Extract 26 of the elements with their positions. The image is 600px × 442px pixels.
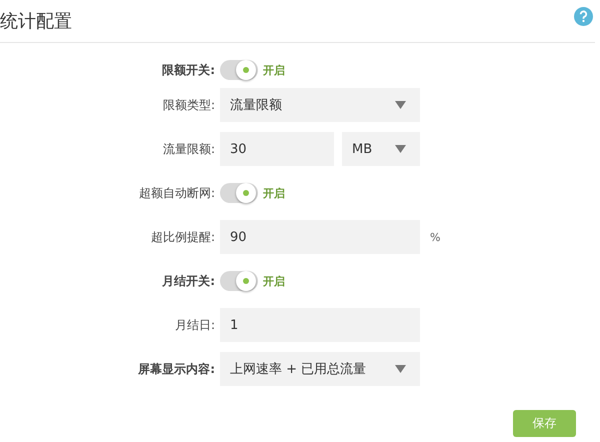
input-field[interactable]: 30	[220, 132, 334, 166]
field-label: 流量限额:	[162, 140, 216, 158]
field-label: 月结日:	[174, 316, 216, 334]
field-label: 超额自动断网:	[138, 184, 216, 202]
unit-select[interactable]: MB	[342, 132, 420, 166]
caret-icon	[395, 365, 406, 373]
page-title: 统计配置	[0, 10, 72, 33]
field-label: 限额开关:	[161, 62, 216, 78]
select-field[interactable]: 流量限额	[220, 88, 420, 122]
caret-icon	[395, 145, 406, 153]
select-field[interactable]: 上网速率 + 已用总流量	[220, 352, 420, 386]
toggle-switch[interactable]	[220, 60, 258, 80]
toggle-state: 开启	[263, 274, 285, 288]
input-field[interactable]: 90	[220, 220, 420, 254]
unit-label: %	[430, 230, 440, 244]
field-label: 限额类型:	[162, 96, 216, 114]
caret-icon	[395, 101, 406, 109]
toggle-switch[interactable]	[220, 271, 258, 291]
toggle-state: 开启	[263, 62, 285, 78]
input-field[interactable]: 1	[220, 308, 420, 342]
field-label: 月结开关:	[161, 272, 216, 290]
field-label: 屏幕显示内容:	[137, 360, 216, 378]
field-label: 超比例提醒:	[150, 228, 216, 246]
toggle-switch[interactable]	[220, 183, 258, 203]
help-icon[interactable]	[574, 6, 593, 26]
toggle-state: 开启	[263, 186, 285, 200]
